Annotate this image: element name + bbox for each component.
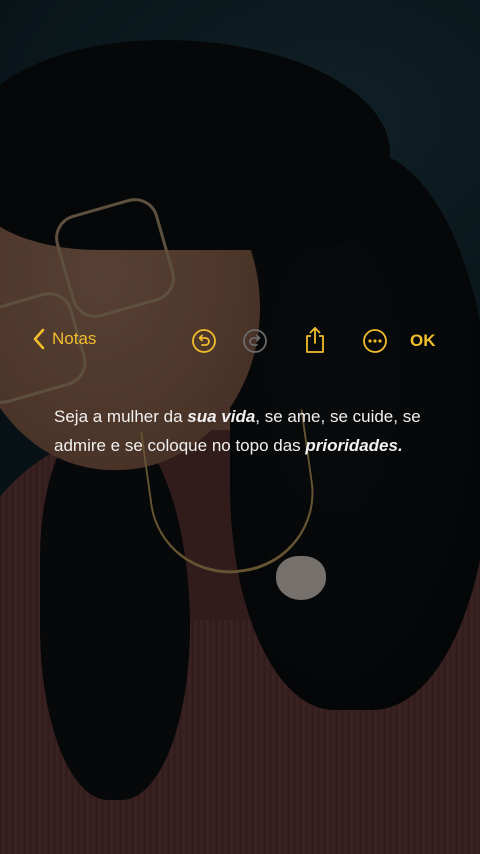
redo-icon[interactable]	[242, 328, 268, 354]
chevron-left-icon	[33, 328, 45, 350]
more-icon[interactable]	[362, 328, 388, 354]
note-emphasis-sua-vida: sua vida	[187, 407, 256, 426]
notes-toolbar: Notas OK	[0, 322, 480, 360]
share-icon[interactable]	[302, 325, 328, 355]
note-emphasis-prioridades: prioridades.	[305, 436, 403, 455]
note-text-part-1: Seja a mulher da	[54, 407, 188, 426]
note-text[interactable]: Seja a mulher da sua vida, se ame, se cu…	[54, 402, 434, 460]
back-label: Notas	[52, 329, 97, 348]
ok-button[interactable]: OK	[410, 331, 436, 351]
undo-icon[interactable]	[191, 328, 217, 354]
back-button[interactable]: Notas	[32, 328, 96, 350]
